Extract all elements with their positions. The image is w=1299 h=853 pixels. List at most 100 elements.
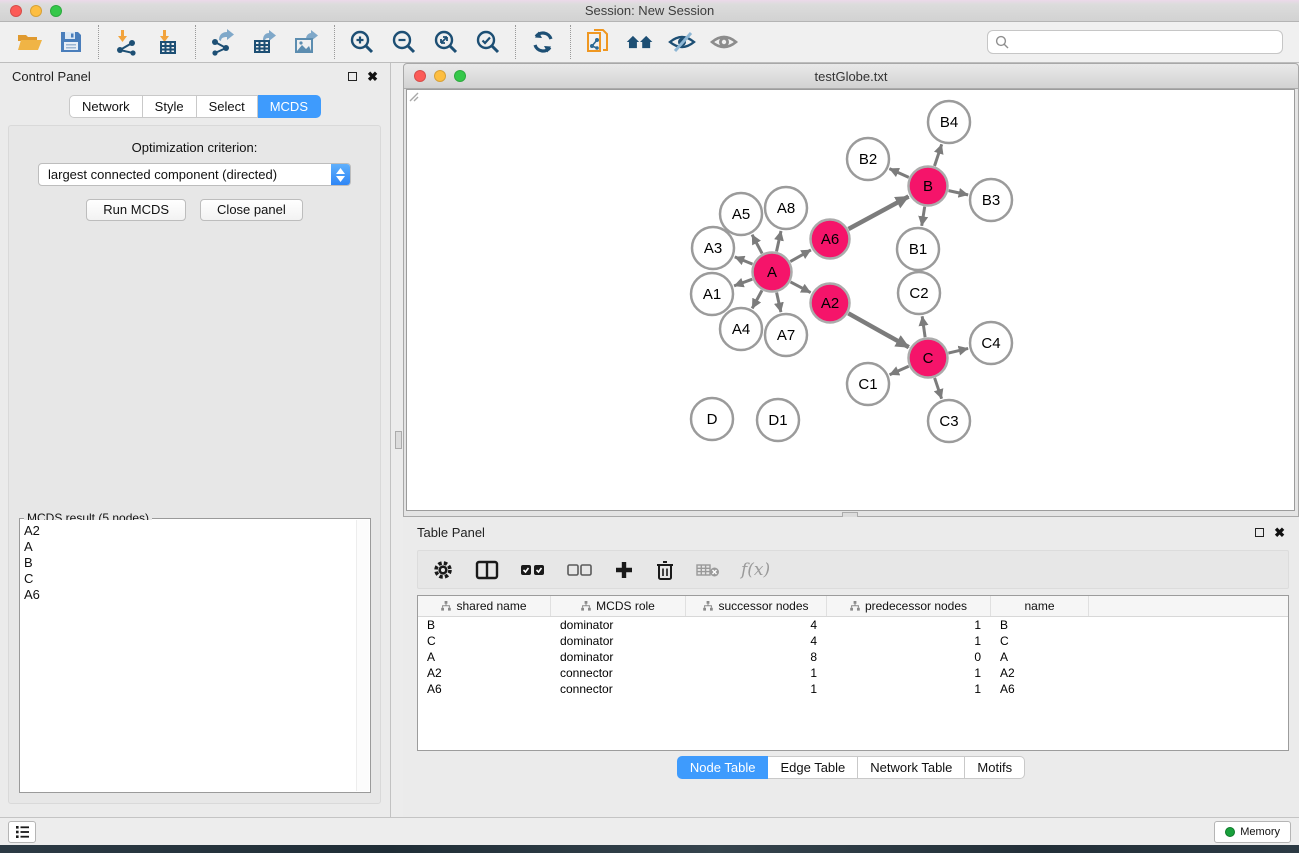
close-panel-button[interactable]: Close panel xyxy=(200,199,303,221)
save-session-icon[interactable] xyxy=(56,27,86,57)
mcds-result-list[interactable]: A2ABCA6 xyxy=(21,520,356,791)
hide-selected-icon[interactable] xyxy=(667,27,697,57)
delete-table-icon[interactable] xyxy=(696,562,720,578)
edge-A-A3[interactable] xyxy=(735,257,753,264)
unselect-all-columns-icon[interactable] xyxy=(567,563,593,577)
minimize-network-light[interactable] xyxy=(434,70,446,82)
column-header-name[interactable]: name xyxy=(991,596,1089,616)
table-cell[interactable]: 1 xyxy=(827,633,991,649)
table-cell[interactable]: A6 xyxy=(991,681,1089,697)
node-D1[interactable]: D1 xyxy=(757,399,799,441)
open-file-icon[interactable] xyxy=(14,27,44,57)
show-graphics-details-icon[interactable] xyxy=(709,27,739,57)
panel-divider-handle[interactable] xyxy=(395,431,402,449)
table-cell[interactable]: A6 xyxy=(418,681,551,697)
table-cell[interactable]: C xyxy=(991,633,1089,649)
float-panel-icon[interactable] xyxy=(348,72,357,81)
node-A1[interactable]: A1 xyxy=(691,273,733,315)
table-row[interactable]: Cdominator41C xyxy=(418,633,1288,649)
task-history-button[interactable] xyxy=(8,821,36,843)
export-table-icon[interactable] xyxy=(250,27,280,57)
table-row[interactable]: Bdominator41B xyxy=(418,617,1288,633)
edge-B-B1[interactable] xyxy=(922,207,925,226)
node-C1[interactable]: C1 xyxy=(847,363,889,405)
result-item[interactable]: A xyxy=(24,539,356,555)
result-item[interactable]: C xyxy=(24,571,356,587)
node-A6[interactable]: A6 xyxy=(811,220,850,259)
node-B[interactable]: B xyxy=(909,167,948,206)
edge-A-A7[interactable] xyxy=(777,293,781,313)
search-field[interactable] xyxy=(987,30,1283,54)
edge-A-A8[interactable] xyxy=(777,231,782,252)
table-cell[interactable]: B xyxy=(991,617,1089,633)
node-C2[interactable]: C2 xyxy=(898,272,940,314)
import-table-icon[interactable] xyxy=(153,27,183,57)
node-table[interactable]: shared nameMCDS rolesuccessor nodesprede… xyxy=(417,595,1289,751)
edge-C-C2[interactable] xyxy=(922,316,925,337)
table-row[interactable]: A2connector11A2 xyxy=(418,665,1288,681)
close-window-light[interactable] xyxy=(10,5,22,17)
table-cell[interactable]: dominator xyxy=(551,649,686,665)
close-table-panel-icon[interactable]: ✖ xyxy=(1274,526,1285,539)
table-cell[interactable]: A xyxy=(418,649,551,665)
table-cell[interactable]: A2 xyxy=(418,665,551,681)
edge-B-B3[interactable] xyxy=(949,191,969,195)
float-table-panel-icon[interactable] xyxy=(1255,528,1264,537)
node-C[interactable]: C xyxy=(909,339,948,378)
export-image-icon[interactable] xyxy=(292,27,322,57)
zoom-selected-icon[interactable] xyxy=(473,27,503,57)
table-cell[interactable]: 1 xyxy=(827,681,991,697)
select-all-columns-icon[interactable] xyxy=(520,563,546,577)
node-C3[interactable]: C3 xyxy=(928,400,970,442)
table-cell[interactable]: 4 xyxy=(686,633,827,649)
table-cell[interactable]: 8 xyxy=(686,649,827,665)
node-A5[interactable]: A5 xyxy=(720,193,762,235)
edge-A-A5[interactable] xyxy=(752,235,762,254)
export-network-icon[interactable] xyxy=(208,27,238,57)
table-cell[interactable]: 1 xyxy=(686,681,827,697)
add-column-icon[interactable] xyxy=(614,560,634,580)
edge-A-A1[interactable] xyxy=(734,279,752,286)
node-B1[interactable]: B1 xyxy=(897,228,939,270)
first-neighbors-icon[interactable] xyxy=(625,27,655,57)
result-item[interactable]: A2 xyxy=(24,523,356,539)
table-settings-gear-icon[interactable] xyxy=(432,559,454,581)
column-header-predecessor-nodes[interactable]: predecessor nodes xyxy=(827,596,991,616)
close-panel-icon[interactable]: ✖ xyxy=(367,70,378,83)
table-cell[interactable]: 4 xyxy=(686,617,827,633)
node-A7[interactable]: A7 xyxy=(765,314,807,356)
column-header-successor-nodes[interactable]: successor nodes xyxy=(686,596,827,616)
node-A[interactable]: A xyxy=(753,253,792,292)
refresh-icon[interactable] xyxy=(528,27,558,57)
table-cell[interactable]: 1 xyxy=(827,665,991,681)
edge-A6-B[interactable] xyxy=(849,197,909,230)
close-network-light[interactable] xyxy=(414,70,426,82)
run-mcds-button[interactable]: Run MCDS xyxy=(86,199,186,221)
table-cell[interactable]: dominator xyxy=(551,617,686,633)
zoom-window-light[interactable] xyxy=(50,5,62,17)
edge-A-A4[interactable] xyxy=(752,290,762,308)
edge-B-B2[interactable] xyxy=(889,169,908,178)
node-A3[interactable]: A3 xyxy=(692,227,734,269)
new-network-from-selection-icon[interactable] xyxy=(583,27,613,57)
memory-button[interactable]: Memory xyxy=(1214,821,1291,843)
edge-C-C4[interactable] xyxy=(948,348,968,353)
table-cell[interactable]: C xyxy=(418,633,551,649)
table-cell[interactable]: dominator xyxy=(551,633,686,649)
edge-B-B4[interactable] xyxy=(935,144,942,166)
edge-C-C1[interactable] xyxy=(890,366,909,374)
table-row[interactable]: A6connector11A6 xyxy=(418,681,1288,697)
table-cell[interactable]: A2 xyxy=(991,665,1089,681)
table-row[interactable]: Adominator80A xyxy=(418,649,1288,665)
tab-edge-table[interactable]: Edge Table xyxy=(768,756,858,779)
zoom-fit-icon[interactable] xyxy=(431,27,461,57)
node-B4[interactable]: B4 xyxy=(928,101,970,143)
table-cell[interactable]: 1 xyxy=(827,617,991,633)
network-canvas[interactable]: B4B2BB3A5A8A6A3B1AA1C2A2A4A7C4CC1DD1C3 xyxy=(406,89,1295,511)
tab-network-table[interactable]: Network Table xyxy=(858,756,965,779)
search-input[interactable] xyxy=(1014,35,1275,49)
result-scrollbar[interactable] xyxy=(356,520,369,791)
zoom-out-icon[interactable] xyxy=(389,27,419,57)
table-cell[interactable]: A xyxy=(991,649,1089,665)
column-header-MCDS-role[interactable]: MCDS role xyxy=(551,596,686,616)
